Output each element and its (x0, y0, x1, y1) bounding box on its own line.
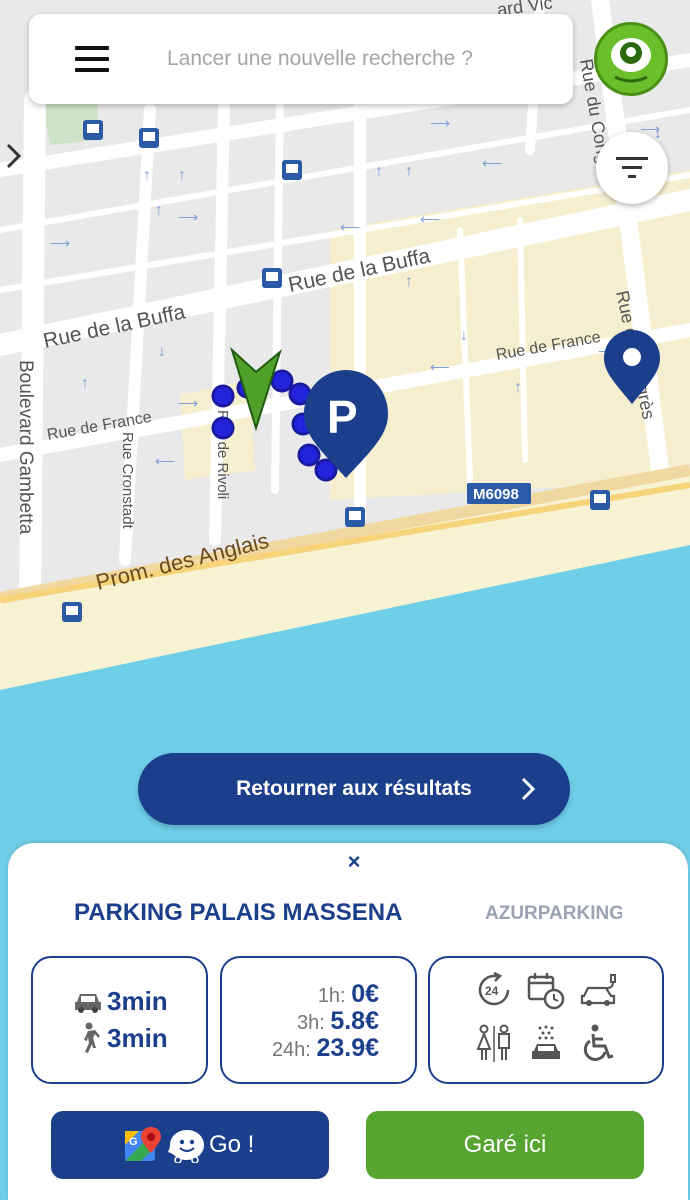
drive-time-row: 3min (73, 986, 168, 1017)
svg-text:↑: ↑ (143, 167, 151, 184)
car-icon (75, 993, 101, 1013)
search-input[interactable] (167, 47, 507, 71)
svg-text:⟶: ⟶ (430, 115, 450, 131)
hamburger-menu-icon[interactable] (75, 44, 111, 74)
svg-text:P: P (327, 391, 358, 443)
drive-time: 3min (107, 986, 168, 1016)
route-badge: M6098 (467, 483, 531, 504)
price-value: 0€ (351, 980, 379, 1008)
parking-detail-panel: × PARKING PALAIS MASSENA AZURPARKING 3mi… (8, 843, 688, 1200)
price-label: 3h: (296, 1012, 325, 1034)
car-wash-icon (532, 1025, 560, 1059)
svg-text:G: G (129, 1136, 138, 1148)
parked-here-label: Garé ici (463, 1131, 547, 1158)
svg-text:M6098: M6098 (473, 486, 519, 503)
24h-icon: 24 (478, 971, 510, 1006)
svg-text:⟶: ⟶ (50, 235, 70, 251)
svg-text:↑: ↑ (81, 375, 89, 392)
parked-here-button[interactable]: Garé ici (366, 1111, 644, 1179)
travel-time-card: 3min 3min (31, 956, 208, 1084)
svg-text:↑: ↑ (178, 167, 186, 184)
svg-text:↓: ↓ (460, 327, 468, 344)
svg-text:⟵: ⟵ (155, 453, 175, 469)
go-button-label: Go ! (209, 1131, 255, 1158)
price-value: 5.8€ (330, 1007, 379, 1035)
svg-text:↑: ↑ (514, 379, 522, 396)
walking-person-icon (84, 1022, 100, 1053)
walk-time: 3min (107, 1022, 168, 1053)
chevron-right-icon (521, 777, 536, 801)
price-label: 24h: (271, 1039, 311, 1061)
ev-charging-icon (580, 974, 616, 1006)
operator-name: AZURPARKING (485, 903, 622, 924)
svg-text:↑: ↑ (405, 273, 413, 290)
price-value: 23.9€ (316, 1034, 379, 1062)
svg-text:↓: ↓ (654, 125, 662, 142)
calendar-clock-icon (527, 973, 565, 1010)
svg-text:↑: ↑ (155, 202, 163, 219)
svg-text:⟵: ⟵ (420, 211, 440, 227)
services-card: 24 (428, 956, 664, 1084)
side-panel-chevron-icon[interactable] (4, 142, 24, 170)
return-to-results-label: Retourner aux résultats (236, 777, 472, 800)
walk-time-row: 3min (73, 1022, 168, 1054)
wheelchair-icon (583, 1024, 614, 1061)
parking-name: PARKING PALAIS MASSENA (74, 899, 403, 926)
price-label: 1h: (317, 985, 346, 1007)
svg-text:↑: ↑ (405, 163, 413, 180)
avatar[interactable] (594, 22, 668, 96)
svg-text:⟵: ⟵ (340, 219, 360, 235)
waze-icon (168, 1130, 204, 1163)
svg-text:⟶: ⟶ (178, 209, 198, 225)
svg-text:⟵: ⟵ (430, 359, 450, 375)
price-row: 3h: 5.8€ (297, 1007, 379, 1036)
search-bar[interactable] (29, 14, 573, 104)
monster-avatar-icon (611, 38, 651, 83)
price-row: 24h: 23.9€ (272, 1034, 379, 1063)
svg-text:24: 24 (485, 984, 499, 998)
filter-button[interactable] (596, 132, 668, 204)
street-label-gambetta: Boulevard Gambetta (15, 360, 36, 535)
street-label-cronstadt: Rue Cronstadt (119, 432, 136, 530)
price-card: 1h: 0€ 3h: 5.8€ 24h: 23.9€ (220, 956, 417, 1084)
google-maps-icon: G (125, 1127, 161, 1161)
svg-text:↑: ↑ (375, 163, 383, 180)
go-navigation-button[interactable]: G Go ! (51, 1111, 329, 1179)
return-to-results-button[interactable]: Retourner aux résultats (138, 753, 570, 825)
close-button[interactable]: × (342, 849, 366, 875)
svg-text:↓: ↓ (158, 343, 166, 360)
filter-icon (616, 157, 648, 178)
price-row: 1h: 0€ (318, 980, 379, 1009)
svg-text:⟶: ⟶ (178, 395, 198, 411)
restroom-icon (476, 1024, 510, 1062)
svg-text:⟵: ⟵ (482, 155, 502, 171)
